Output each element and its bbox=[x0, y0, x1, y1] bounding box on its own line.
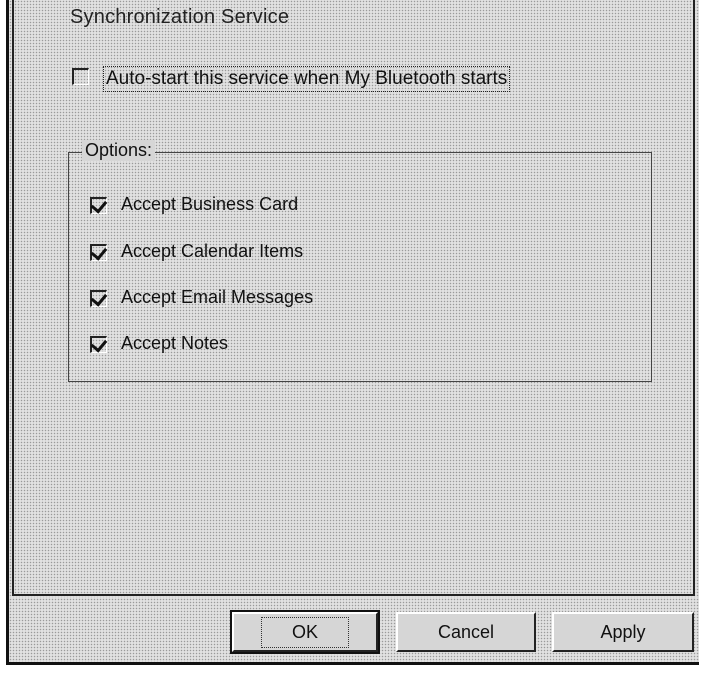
accept-email-messages-label[interactable]: Accept Email Messages bbox=[121, 287, 313, 308]
accept-notes-checkbox[interactable] bbox=[90, 336, 107, 353]
ok-button-label: OK bbox=[260, 616, 349, 648]
accept-email-messages-checkbox[interactable] bbox=[90, 290, 107, 307]
accept-notes-label[interactable]: Accept Notes bbox=[121, 333, 228, 354]
accept-business-card-label[interactable]: Accept Business Card bbox=[121, 194, 298, 215]
cancel-button[interactable]: Cancel bbox=[396, 612, 536, 652]
options-legend: Options: bbox=[82, 140, 156, 161]
accept-calendar-items-checkbox[interactable] bbox=[90, 244, 107, 261]
autostart-label[interactable]: Auto-start this service when My Bluetoot… bbox=[103, 66, 511, 92]
accept-business-card-checkbox[interactable] bbox=[90, 197, 107, 214]
ok-button[interactable]: OK bbox=[230, 610, 380, 654]
autostart-checkbox[interactable] bbox=[72, 68, 89, 85]
accept-calendar-items-label[interactable]: Accept Calendar Items bbox=[121, 241, 303, 262]
apply-button[interactable]: Apply bbox=[552, 612, 694, 652]
section-title: Synchronization Service bbox=[70, 6, 290, 28]
